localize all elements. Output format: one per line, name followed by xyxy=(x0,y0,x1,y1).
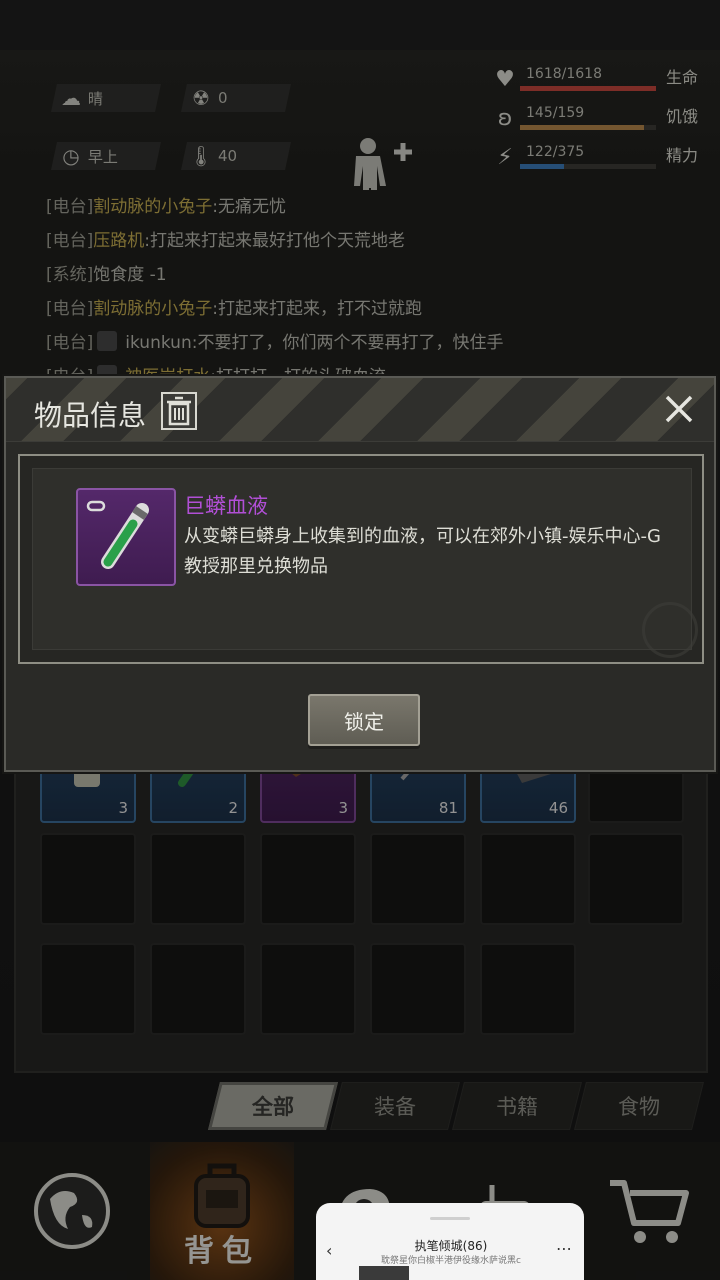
item-card: 巨蟒血液 从变蟒巨蟒身上收集到的血液，可以在郊外小镇-娱乐中心-G教授那里兑换物… xyxy=(18,454,704,664)
dialog-title: 物品信息 xyxy=(34,399,147,432)
more-icon[interactable]: ⋯ xyxy=(556,1239,572,1258)
trash-icon[interactable] xyxy=(161,392,197,430)
close-icon[interactable] xyxy=(662,392,696,426)
popup-title: 执笔倾城(86) xyxy=(414,1239,488,1253)
chevron-left-icon[interactable]: ‹ xyxy=(326,1241,332,1260)
radiation-watermark-icon xyxy=(642,602,698,658)
popup-thumbnail xyxy=(359,1266,409,1280)
chat-popup[interactable]: ‹ 执笔倾城(86) 耽祭星你白椒半港伊役缘水萨说黑c ⋯ xyxy=(316,1203,584,1280)
drag-handle[interactable] xyxy=(430,1217,470,1220)
dialog-header: 物品信息 xyxy=(6,378,714,442)
item-name: 巨蟒血液 xyxy=(184,494,268,518)
item-description: 从变蟒巨蟒身上收集到的血液，可以在郊外小镇-娱乐中心-G教授那里兑换物品 xyxy=(184,526,661,577)
item-info-dialog: 物品信息 巨蟒血液 从变蟒巨蟒身上收集到的血液，可以在郊外小镇-娱乐中心-G教授… xyxy=(4,376,716,772)
popup-subtitle: 耽祭星你白椒半港伊役缘水萨说黑c xyxy=(381,1256,521,1266)
lock-button[interactable]: 锁定 xyxy=(308,694,420,746)
blood-vial-icon xyxy=(76,488,176,586)
app-root: ☁ 晴 ☢ 0 ◷ 早上 🌡 40 ♥ 1618/1618 生命 ʚ 145/1… xyxy=(0,0,720,1280)
